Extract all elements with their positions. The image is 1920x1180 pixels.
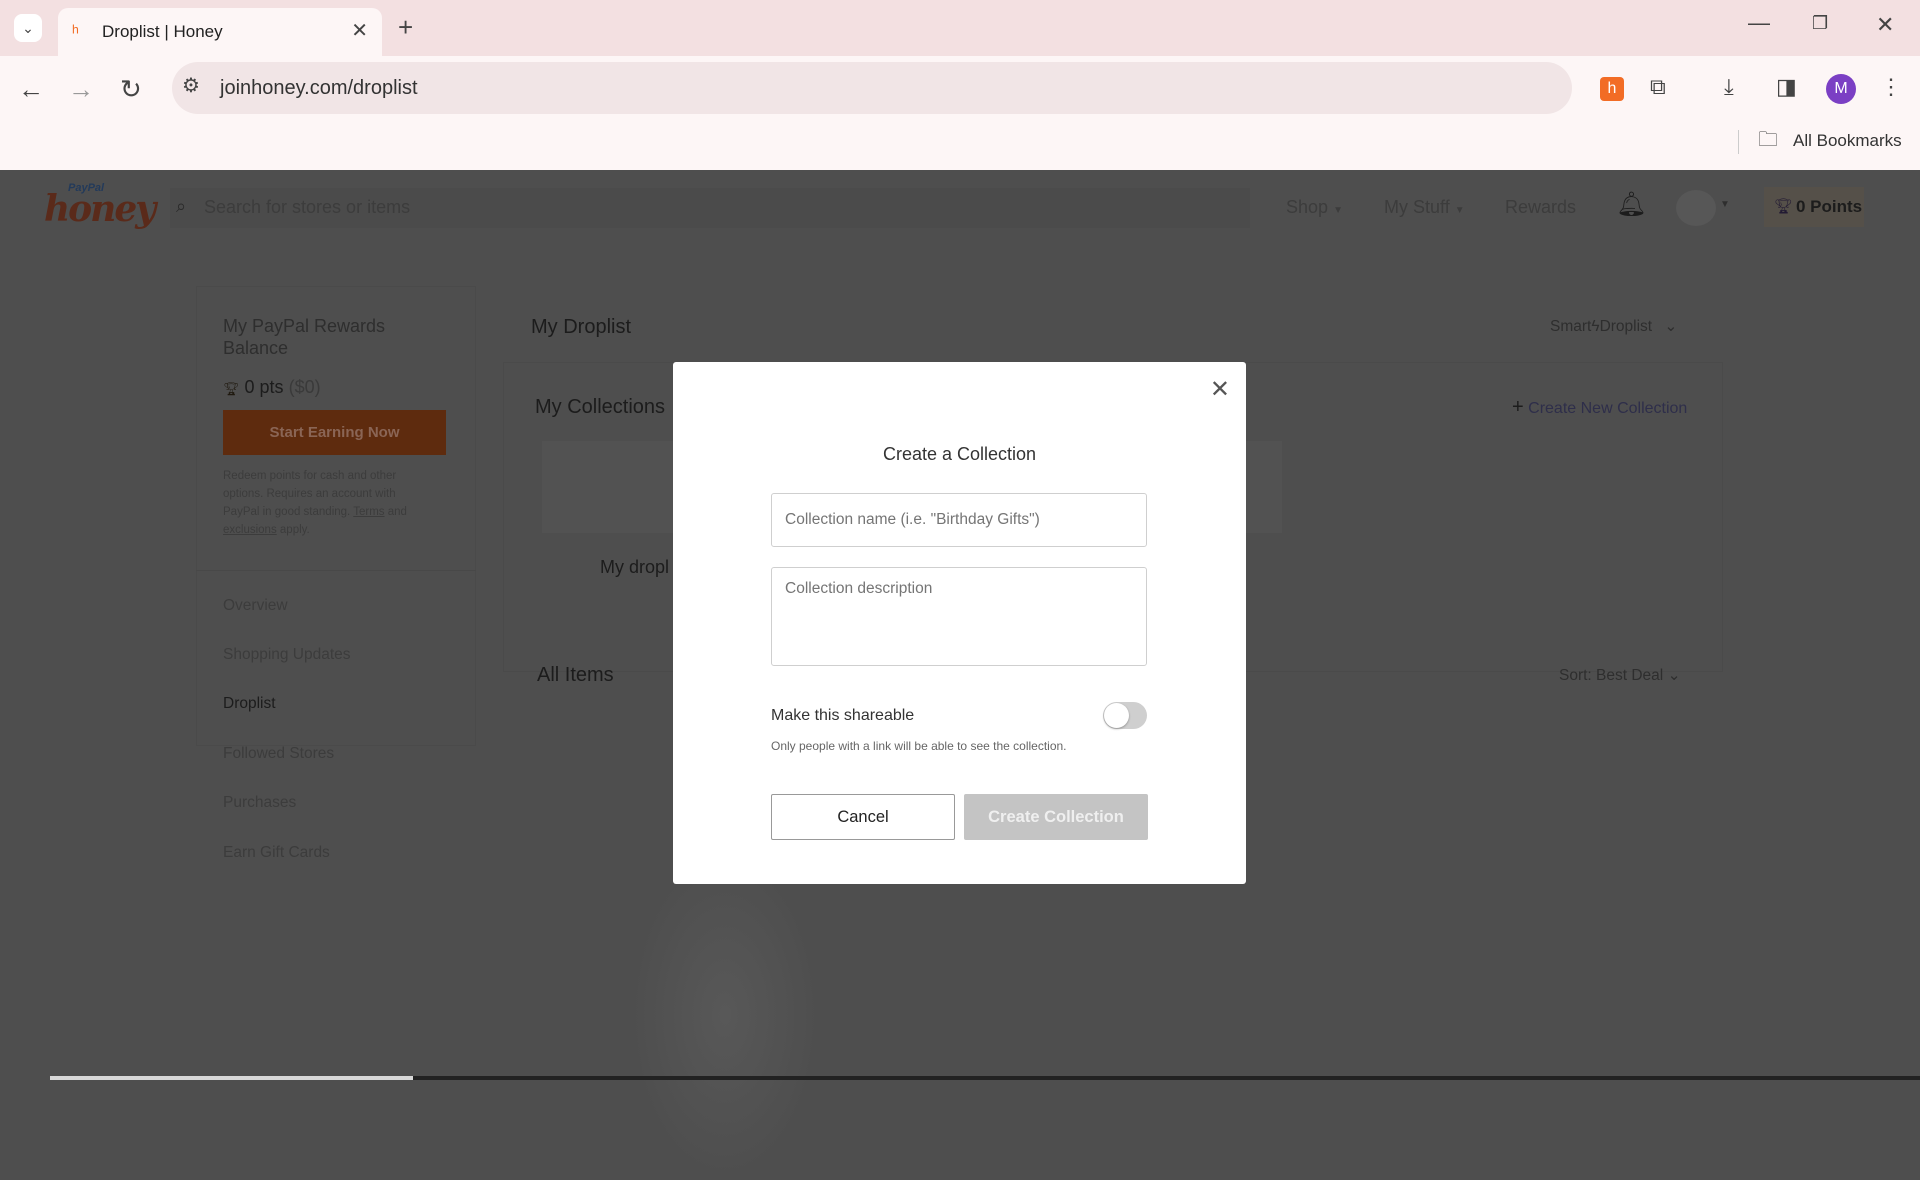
close-icon[interactable]: ✕ bbox=[1210, 378, 1230, 402]
search-placeholder: Search for stores or items bbox=[204, 197, 411, 217]
new-tab-icon[interactable]: + bbox=[398, 14, 413, 40]
user-avatar[interactable] bbox=[1676, 190, 1716, 226]
forward-icon[interactable]: → bbox=[68, 76, 94, 102]
sort-label: Sort: Best Deal bbox=[1559, 667, 1664, 684]
droplist-label: Droplist bbox=[1599, 318, 1653, 335]
caret-down-icon: ▼ bbox=[1454, 205, 1465, 216]
fine-print-and: and bbox=[387, 506, 407, 518]
side-panel-icon[interactable]: ◨ bbox=[1776, 76, 1797, 98]
sidebar-item-overview[interactable]: Overview bbox=[223, 597, 288, 615]
profile-avatar[interactable]: M bbox=[1826, 74, 1856, 104]
points-badge[interactable]: 🏆︎ 0 Points bbox=[1764, 187, 1864, 227]
cancel-button[interactable]: Cancel bbox=[771, 794, 955, 840]
nav-my-stuff-label: My Stuff bbox=[1384, 197, 1450, 217]
download-icon[interactable]: ⤓ bbox=[1724, 76, 1734, 98]
reload-icon[interactable]: ↻ bbox=[120, 76, 142, 102]
pts-amount: 0 pts bbox=[244, 377, 284, 397]
trophy-icon: 🏆︎ bbox=[223, 381, 240, 396]
honey-extension-icon[interactable]: h bbox=[1600, 77, 1624, 101]
tab-close-icon[interactable]: ✕ bbox=[351, 21, 368, 41]
create-new-collection-link[interactable]: + Create New Collection bbox=[1512, 396, 1687, 419]
sort-dropdown[interactable]: Sort: Best Deal ⌄ bbox=[1559, 666, 1681, 685]
shareable-toggle[interactable] bbox=[1103, 702, 1147, 729]
nav-rewards[interactable]: Rewards bbox=[1505, 197, 1576, 218]
restore-icon[interactable]: ❐ bbox=[1812, 14, 1828, 32]
search-icon: ⌕ bbox=[176, 196, 187, 216]
create-collection-modal: ✕ Create a Collection Make this shareabl… bbox=[673, 362, 1246, 884]
tab-search-icon[interactable]: ⌄ bbox=[14, 14, 42, 42]
tab-droplist[interactable]: ʰ Droplist | Honey ✕ bbox=[58, 8, 382, 56]
sidebar-item-purchases[interactable]: Purchases bbox=[223, 794, 296, 812]
exclusions-link[interactable]: exclusions bbox=[223, 524, 277, 536]
plus-icon: + bbox=[1512, 396, 1524, 418]
nav-my-stuff[interactable]: My Stuff ▼ bbox=[1384, 197, 1465, 218]
terms-link[interactable]: Terms bbox=[353, 506, 384, 518]
tab-bar: ⌄ ʰ Droplist | Honey ✕ + — ❐ ✕ bbox=[0, 0, 1920, 56]
sidebar-item-earn-gift-cards[interactable]: Earn Gift Cards bbox=[223, 844, 330, 862]
tab-title: Droplist | Honey bbox=[102, 22, 223, 41]
sidebar-item-shopping-updates[interactable]: Shopping Updates bbox=[223, 646, 351, 664]
minimize-icon[interactable]: — bbox=[1748, 12, 1770, 34]
extensions-icon[interactable]: ⧉ bbox=[1650, 76, 1666, 98]
points-label: 0 Points bbox=[1796, 197, 1863, 216]
caret-down-icon: ▼ bbox=[1333, 205, 1343, 216]
chevron-down-icon: ⌄ bbox=[1667, 667, 1681, 684]
collection-description-input[interactable] bbox=[771, 567, 1147, 666]
divider bbox=[196, 570, 476, 571]
search-input[interactable]: ⌕ Search for stores or items bbox=[170, 188, 1250, 228]
scrollbar-track bbox=[413, 1076, 1920, 1080]
all-items-title: All Items bbox=[537, 664, 614, 686]
divider bbox=[1738, 130, 1739, 154]
trophy-icon: 🏆︎ bbox=[1774, 198, 1794, 215]
lightning-icon: ϟ bbox=[1591, 318, 1600, 335]
collection-name-input[interactable] bbox=[771, 493, 1147, 547]
sidebar-item-followed-stores[interactable]: Followed Stores bbox=[223, 745, 334, 763]
modal-title: Create a Collection bbox=[882, 444, 1037, 464]
smart-label: Smart bbox=[1550, 318, 1592, 335]
fine-print: Redeem points for cash and other options… bbox=[223, 467, 433, 539]
bell-icon[interactable]: 🔔︎ bbox=[1616, 190, 1646, 219]
points-balance: 🏆︎ 0 pts ($0) bbox=[223, 377, 321, 398]
rewards-balance-title: My PayPal Rewards Balance bbox=[223, 316, 386, 358]
url-text: joinhoney.com/droplist bbox=[220, 76, 418, 99]
create-new-label: Create New Collection bbox=[1528, 400, 1688, 417]
toggle-knob bbox=[1104, 703, 1129, 728]
nav-shop-label: Shop bbox=[1286, 197, 1329, 217]
address-bar[interactable]: ⚙ joinhoney.com/droplist bbox=[172, 62, 1572, 114]
site-settings-icon[interactable]: ⚙ bbox=[182, 76, 200, 96]
chevron-down-icon: ⌄ bbox=[1664, 318, 1678, 335]
shareable-label: Make this shareable bbox=[771, 707, 915, 724]
back-icon[interactable]: ← bbox=[18, 76, 44, 102]
create-collection-button[interactable]: Create Collection bbox=[964, 794, 1148, 840]
smart-droplist-dropdown[interactable]: SmartϟDroplist ⌄ bbox=[1550, 317, 1677, 336]
collection-name[interactable]: My dropl bbox=[600, 557, 669, 578]
collections-title: My Collections bbox=[535, 396, 666, 418]
shareable-help-text: Only people with a link will be able to … bbox=[771, 739, 1067, 753]
window-close-icon[interactable]: ✕ bbox=[1876, 14, 1894, 36]
product-image[interactable] bbox=[630, 850, 820, 1180]
start-earning-button[interactable]: Start Earning Now bbox=[223, 410, 446, 455]
fine-print-apply: apply. bbox=[279, 524, 310, 536]
caret-down-icon[interactable]: ▼ bbox=[1720, 199, 1730, 210]
honey-favicon-icon: ʰ bbox=[72, 22, 79, 42]
scrollbar[interactable] bbox=[50, 1076, 413, 1080]
nav-shop[interactable]: Shop ▼ bbox=[1286, 197, 1343, 218]
all-bookmarks[interactable]: All Bookmarks bbox=[1793, 131, 1902, 151]
sidebar-item-droplist[interactable]: Droplist bbox=[223, 695, 276, 713]
pts-value: ($0) bbox=[288, 377, 321, 397]
page-title: My Droplist bbox=[531, 316, 632, 338]
folder-icon: 🗀 bbox=[1758, 129, 1778, 151]
menu-icon[interactable]: ⋮ bbox=[1880, 76, 1902, 98]
